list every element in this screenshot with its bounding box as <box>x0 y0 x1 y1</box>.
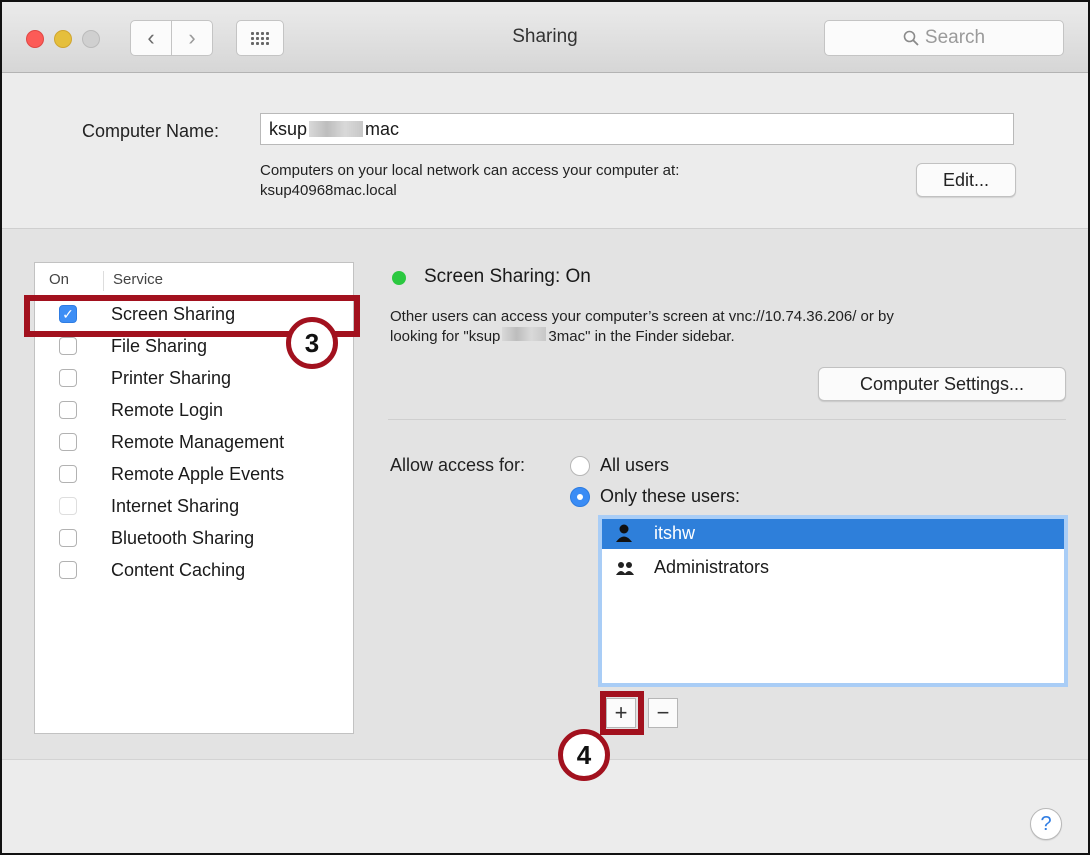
service-label: Remote Apple Events <box>111 464 285 484</box>
checkbox[interactable] <box>59 561 77 579</box>
computer-name-field[interactable]: ksup mac <box>260 113 1014 145</box>
redacted-text <box>502 327 547 341</box>
service-label: File Sharing <box>111 336 208 356</box>
service-label: Remote Login <box>111 400 224 420</box>
callout-highlight-add-button <box>600 691 644 735</box>
service-label: Content Caching <box>111 560 246 580</box>
service-row-bluetooth-sharing[interactable]: Bluetooth Sharing <box>35 523 353 555</box>
service-status: Screen Sharing: On <box>424 266 591 287</box>
allowed-users-list: itshw Administrators <box>598 515 1068 687</box>
allow-access-label: Allow access for: <box>390 455 526 475</box>
user-row-administrators[interactable]: Administrators <box>602 553 1064 583</box>
checkbox-disabled <box>59 497 77 515</box>
computer-settings-button[interactable]: Computer Settings... <box>818 367 1066 401</box>
service-label: Remote Management <box>111 432 285 452</box>
help-button[interactable]: ? <box>1030 808 1062 840</box>
column-header-service: Service <box>113 271 164 288</box>
service-label: Internet Sharing <box>111 496 240 516</box>
service-row-remote-login[interactable]: Remote Login <box>35 395 353 427</box>
checkbox[interactable] <box>59 369 77 387</box>
computer-name-prefix: ksup <box>269 118 308 139</box>
status-indicator-icon <box>392 271 406 285</box>
local-address-description: Computers on your local network can acce… <box>260 161 679 201</box>
computer-name-section: Computer Name: ksup mac Computers on you… <box>2 73 1088 229</box>
redacted-text <box>309 121 364 137</box>
radio-only-these-users[interactable] <box>570 487 590 507</box>
remove-user-button[interactable]: − <box>648 698 678 728</box>
service-row-remote-apple-events[interactable]: Remote Apple Events <box>35 459 353 491</box>
callout-number-4: 4 <box>558 729 610 781</box>
radio-all-users[interactable] <box>570 456 590 476</box>
checkbox[interactable] <box>59 433 77 451</box>
checkbox[interactable] <box>59 401 77 419</box>
local-address-line1: Computers on your local network can acce… <box>260 162 680 179</box>
user-name: Administrators <box>654 557 770 577</box>
sharing-window: ‹ › Sharing Search Computer Name: ksup m… <box>0 0 1090 855</box>
service-description-line1: Other users can access your computer’s s… <box>390 308 894 325</box>
computer-name-label: Computer Name: <box>82 121 220 141</box>
column-divider <box>103 271 104 291</box>
service-description-line2: looking for "ksup 3mac" in the Finder sid… <box>390 327 1070 347</box>
services-section: On Service ✓ Screen Sharing File Sharing… <box>2 229 1088 781</box>
user-name: itshw <box>654 523 696 543</box>
callout-number-3: 3 <box>286 317 338 369</box>
search-icon <box>903 30 919 46</box>
user-icon <box>616 524 632 542</box>
checkbox[interactable] <box>59 337 77 355</box>
service-label: Bluetooth Sharing <box>111 528 255 548</box>
edit-button[interactable]: Edit... <box>916 163 1016 197</box>
service-description: Other users can access your computer’s s… <box>390 307 1070 347</box>
radio-only-these-users-label[interactable]: Only these users: <box>600 486 740 507</box>
search-input[interactable]: Search <box>824 20 1064 56</box>
service-row-content-caching[interactable]: Content Caching <box>35 555 353 587</box>
divider <box>388 419 1066 420</box>
desc-prefix: looking for "ksup <box>390 328 501 345</box>
service-row-internet-sharing[interactable]: Internet Sharing <box>35 491 353 523</box>
service-label: Printer Sharing <box>111 368 232 388</box>
group-icon <box>616 562 634 575</box>
checkbox[interactable] <box>59 465 77 483</box>
search-placeholder: Search <box>924 27 986 48</box>
checkbox[interactable] <box>59 529 77 547</box>
user-row-itshw[interactable]: itshw <box>602 519 1064 549</box>
service-row-remote-management[interactable]: Remote Management <box>35 427 353 459</box>
title-bar: ‹ › Sharing Search <box>2 2 1088 73</box>
computer-name-suffix: mac <box>365 118 400 139</box>
radio-all-users-label[interactable]: All users <box>600 455 669 476</box>
column-header-on: On <box>49 271 70 288</box>
desc-suffix: 3mac" in the Finder sidebar. <box>548 328 735 345</box>
local-address-line2: ksup40968mac.local <box>260 182 397 199</box>
